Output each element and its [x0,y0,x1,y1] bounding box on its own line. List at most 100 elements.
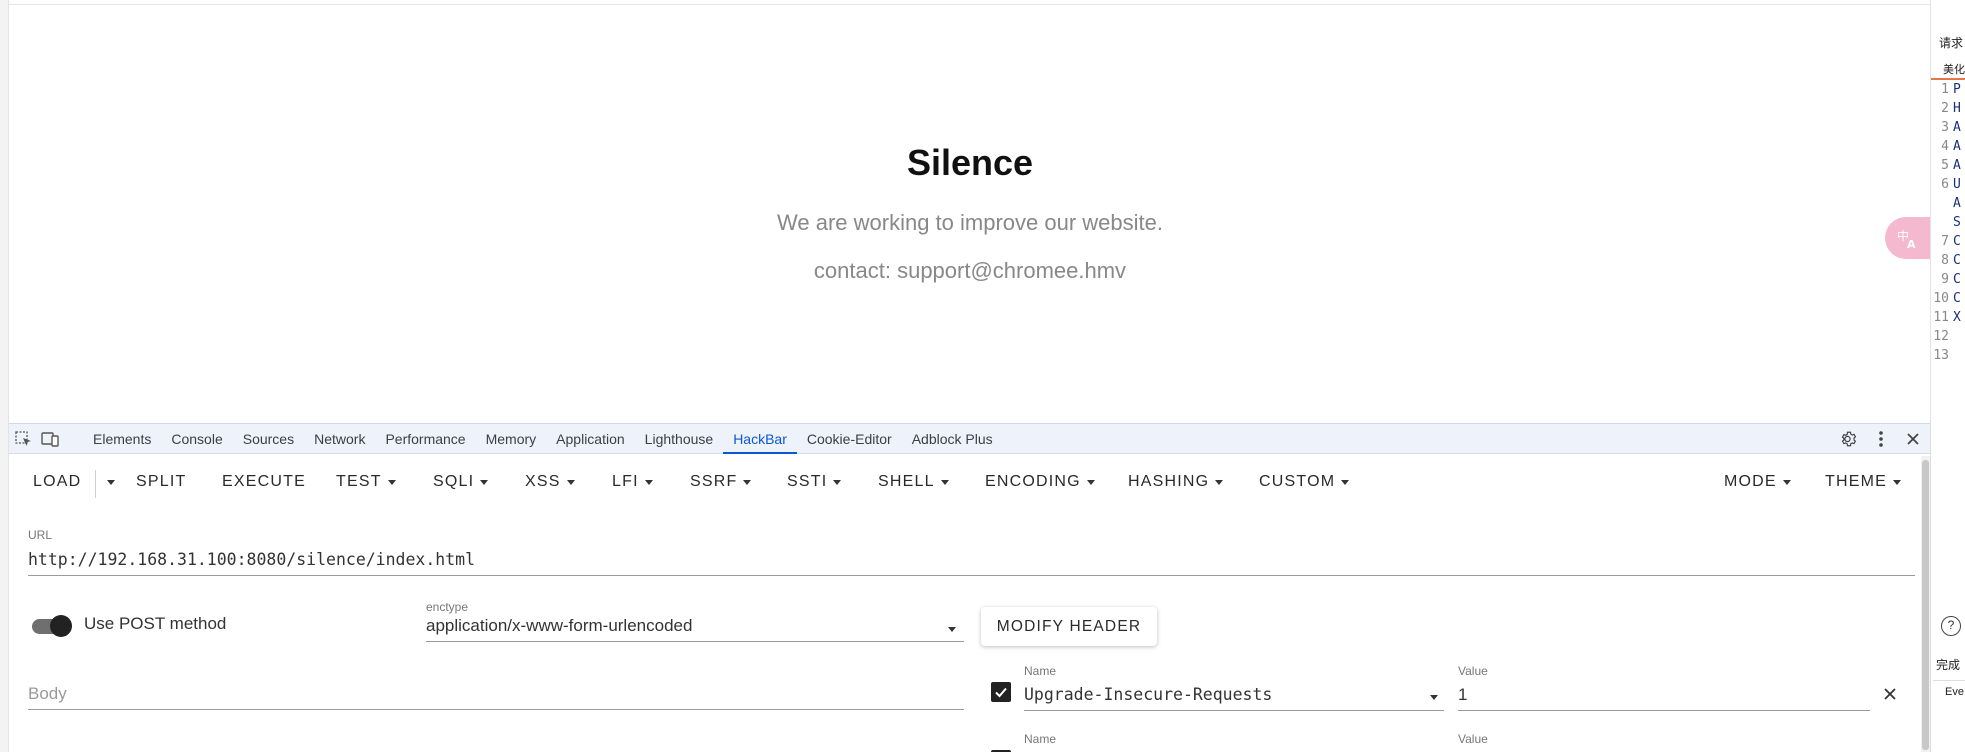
tab-application[interactable]: Application [546,424,635,454]
request-line: 11 X [1931,310,1965,329]
tab-memory[interactable]: Memory [476,424,547,454]
modify-header-button[interactable]: MODIFY HEADER [981,607,1157,646]
request-line: A [1931,196,1965,215]
chevron-down-icon [1782,480,1791,485]
chevron-down-icon [644,480,653,485]
url-input[interactable]: http://192.168.31.100:8080/silence/index… [28,550,1915,576]
translate-bubble[interactable]: 中 A [1885,217,1931,259]
load-label: LOAD [33,473,82,490]
encoding-label: ENCODING [985,473,1081,490]
chevron-down-icon [566,480,575,485]
more-options-icon[interactable] [1872,430,1890,448]
split-button[interactable]: SPLIT [136,464,186,500]
test-menu-button[interactable]: TEST [336,464,396,500]
header-value-label: Value [1458,664,1488,678]
tab-hackbar[interactable]: HackBar [723,424,797,454]
post-method-label: Use POST method [84,614,227,633]
request-line: 7C [1931,234,1965,253]
tab-cookie-editor[interactable]: Cookie-Editor [797,424,902,454]
shell-menu-button[interactable]: SHELL [878,464,949,500]
lfi-menu-button[interactable]: LFI [612,464,653,500]
help-icon[interactable]: ? [1941,616,1961,636]
line-number: 9 [1941,272,1949,287]
request-line: 9C [1931,272,1965,291]
encoding-menu-button[interactable]: ENCODING [985,464,1095,500]
lfi-label: LFI [612,473,639,490]
theme-menu-button[interactable]: THEME [1825,464,1901,500]
line-text: A [1953,158,1961,173]
enctype-select[interactable]: application/x-www-form-urlencoded [426,616,964,642]
line-text: S [1953,215,1961,230]
header-value-label: Value [1458,732,1488,746]
ssrf-menu-button[interactable]: SSRF [690,464,752,500]
request-line: 10 C [1931,291,1965,310]
svg-text:A: A [1907,238,1916,250]
devtools-tabbar: Elements Console Sources Network Perform… [9,424,1930,454]
tab-console[interactable]: Console [161,424,232,454]
request-line: 6U [1931,177,1965,196]
url-label: URL [28,528,53,542]
tab-lighthouse[interactable]: Lighthouse [635,424,724,454]
tab-elements[interactable]: Elements [83,424,161,454]
body-input[interactable]: Body [28,684,964,710]
execute-label: EXECUTE [222,473,306,490]
line-number: 1 [1941,82,1949,97]
request-side-panel: 请求 美化 1 P 2 H 3 A 4 A 5 A 6 U A S 7 C 8 C 9 C 10 C 11 X 12 13 ? 完… [1930,0,1965,752]
close-devtools-icon[interactable] [1904,430,1922,448]
sqli-menu-button[interactable]: SQLI [433,464,489,500]
mode-menu-button[interactable]: MODE [1724,464,1791,500]
line-text: C [1953,272,1961,287]
events-tab[interactable]: Eve [1933,680,1965,704]
request-line: 12 [1931,329,1965,348]
browser-window: Silence We are working to improve our we… [0,0,1965,752]
toggle-knob [50,615,72,637]
chevron-down-icon [948,627,956,632]
xss-menu-button[interactable]: XSS [525,464,575,500]
line-number [1931,196,1953,215]
chevron-down-icon [833,480,842,485]
beautify-tab[interactable]: 美化 [1931,58,1965,80]
header-enabled-checkbox[interactable] [991,682,1011,702]
execute-button[interactable]: EXECUTE [222,464,306,500]
line-number: 12 [1933,329,1949,344]
tab-adblock-plus[interactable]: Adblock Plus [902,424,1003,454]
tab-sources[interactable]: Sources [233,424,304,454]
devtools-scrollbar[interactable] [1921,456,1930,752]
tab-network[interactable]: Network [304,424,375,454]
ssti-menu-button[interactable]: SSTI [787,464,842,500]
hashing-menu-button[interactable]: HASHING [1128,464,1224,500]
line-number [1931,215,1953,234]
line-number: 6 [1941,177,1949,192]
test-label: TEST [336,473,382,490]
settings-gear-icon[interactable] [1840,430,1858,448]
enctype-label: enctype [426,600,469,614]
custom-menu-button[interactable]: CUSTOM [1259,464,1350,500]
enctype-value: application/x-www-form-urlencoded [426,616,693,635]
request-line: 5A [1931,158,1965,177]
scrollbar-thumb[interactable] [1922,460,1929,750]
tab-performance[interactable]: Performance [375,424,475,454]
request-line: 8C [1931,253,1965,272]
page-subtitle: We are working to improve our website. [777,210,1163,235]
sqli-label: SQLI [433,473,475,490]
remove-header-icon[interactable] [1881,685,1899,703]
chevron-down-icon [743,480,752,485]
device-toolbar-icon[interactable] [41,431,59,447]
inspect-element-icon[interactable] [15,431,33,447]
load-options-button[interactable] [101,464,115,500]
line-text: C [1953,291,1961,306]
request-line: 2H [1931,101,1965,120]
line-number: 4 [1941,139,1949,154]
header-value-input[interactable]: 1 [1458,685,1870,711]
viewport-top-border [0,4,1930,5]
post-method-toggle[interactable] [30,614,74,638]
line-text: A [1953,196,1961,211]
devtools-panel: Elements Console Sources Network Perform… [9,423,1930,752]
custom-label: CUSTOM [1259,473,1336,490]
line-text: C [1953,253,1961,268]
load-button[interactable]: LOAD [33,464,81,500]
header-name-select[interactable]: Upgrade-Insecure-Requests [1024,685,1444,711]
line-number: 8 [1941,253,1949,268]
header-name-label: Name [1024,664,1057,678]
page-viewport: Silence We are working to improve our we… [0,0,1930,423]
